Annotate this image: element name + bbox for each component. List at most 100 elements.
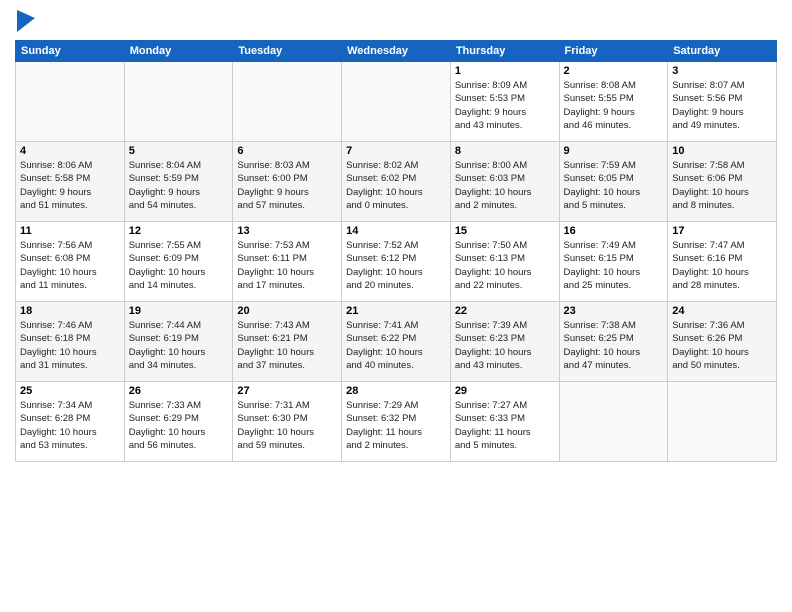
day-number: 9 (564, 145, 664, 157)
calendar-week-row: 11 Sunrise: 7:56 AM Sunset: 6:08 PM Dayli… (16, 222, 777, 302)
day-number: 11 (20, 225, 120, 237)
day-info: Sunrise: 7:49 AM Sunset: 6:15 PM Dayligh… (564, 239, 664, 292)
weekday-header: Monday (124, 41, 233, 62)
weekday-header: Friday (559, 41, 668, 62)
day-info: Sunrise: 7:53 AM Sunset: 6:11 PM Dayligh… (237, 239, 337, 292)
calendar-header: SundayMondayTuesdayWednesdayThursdayFrid… (16, 41, 777, 62)
logo (15, 10, 37, 32)
calendar-cell: 12Sunrise: 7:55 AM Sunset: 6:09 PM Dayli… (124, 222, 233, 302)
calendar-cell (124, 62, 233, 142)
day-number: 10 (672, 145, 772, 157)
day-number: 14 (346, 225, 446, 237)
day-number: 22 (455, 305, 555, 317)
day-number: 17 (672, 225, 772, 237)
calendar-cell (559, 382, 668, 462)
calendar-cell: 18Sunrise: 7:46 AM Sunset: 6:18 PM Dayli… (16, 302, 125, 382)
day-info: Sunrise: 7:59 AM Sunset: 6:05 PM Dayligh… (564, 159, 664, 212)
day-number: 7 (346, 145, 446, 157)
calendar-body: 1 Sunrise: 8:09 AM Sunset: 5:53 PM Daylig… (16, 62, 777, 462)
calendar-cell: 23 Sunrise: 7:38 AM Sunset: 6:25 PM Dayli… (559, 302, 668, 382)
day-info: Sunrise: 7:38 AM Sunset: 6:25 PM Dayligh… (564, 319, 664, 372)
day-info: Sunrise: 7:56 AM Sunset: 6:08 PM Dayligh… (20, 239, 120, 292)
calendar-cell: 10 Sunrise: 7:58 AM Sunset: 6:06 PM Dayli… (668, 142, 777, 222)
calendar-cell: 25Sunrise: 7:34 AM Sunset: 6:28 PM Dayli… (16, 382, 125, 462)
calendar-week-row: 25Sunrise: 7:34 AM Sunset: 6:28 PM Dayli… (16, 382, 777, 462)
calendar-cell: 8Sunrise: 8:00 AM Sunset: 6:03 PM Daylig… (450, 142, 559, 222)
calendar-week-row: 1 Sunrise: 8:09 AM Sunset: 5:53 PM Daylig… (16, 62, 777, 142)
day-number: 27 (237, 385, 337, 397)
day-info: Sunrise: 7:36 AM Sunset: 6:26 PM Dayligh… (672, 319, 772, 372)
calendar-cell: 21 Sunrise: 7:41 AM Sunset: 6:22 PM Dayli… (342, 302, 451, 382)
day-number: 23 (564, 305, 664, 317)
calendar-cell: 28 Sunrise: 7:29 AM Sunset: 6:32 PM Dayli… (342, 382, 451, 462)
day-info: Sunrise: 8:04 AM Sunset: 5:59 PM Dayligh… (129, 159, 229, 212)
day-info: Sunrise: 7:41 AM Sunset: 6:22 PM Dayligh… (346, 319, 446, 372)
calendar-cell: 3 Sunrise: 8:07 AM Sunset: 5:56 PM Daylig… (668, 62, 777, 142)
day-number: 19 (129, 305, 229, 317)
day-number: 4 (20, 145, 120, 157)
weekday-row: SundayMondayTuesdayWednesdayThursdayFrid… (16, 41, 777, 62)
day-info: Sunrise: 7:29 AM Sunset: 6:32 PM Dayligh… (346, 399, 446, 452)
day-info: Sunrise: 8:09 AM Sunset: 5:53 PM Dayligh… (455, 79, 555, 132)
day-number: 21 (346, 305, 446, 317)
calendar-cell (16, 62, 125, 142)
day-info: Sunrise: 7:52 AM Sunset: 6:12 PM Dayligh… (346, 239, 446, 292)
calendar-cell: 11 Sunrise: 7:56 AM Sunset: 6:08 PM Dayli… (16, 222, 125, 302)
day-info: Sunrise: 7:33 AM Sunset: 6:29 PM Dayligh… (129, 399, 229, 452)
calendar-cell: 6 Sunrise: 8:03 AM Sunset: 6:00 PM Daylig… (233, 142, 342, 222)
day-number: 20 (237, 305, 337, 317)
day-info: Sunrise: 7:44 AM Sunset: 6:19 PM Dayligh… (129, 319, 229, 372)
day-info: Sunrise: 7:55 AM Sunset: 6:09 PM Dayligh… (129, 239, 229, 292)
calendar-cell: 7 Sunrise: 8:02 AM Sunset: 6:02 PM Daylig… (342, 142, 451, 222)
day-number: 6 (237, 145, 337, 157)
day-info: Sunrise: 7:58 AM Sunset: 6:06 PM Dayligh… (672, 159, 772, 212)
calendar-cell: 19 Sunrise: 7:44 AM Sunset: 6:19 PM Dayli… (124, 302, 233, 382)
day-number: 26 (129, 385, 229, 397)
day-info: Sunrise: 7:47 AM Sunset: 6:16 PM Dayligh… (672, 239, 772, 292)
day-number: 16 (564, 225, 664, 237)
calendar-cell (342, 62, 451, 142)
day-info: Sunrise: 7:39 AM Sunset: 6:23 PM Dayligh… (455, 319, 555, 372)
day-number: 24 (672, 305, 772, 317)
calendar-week-row: 4 Sunrise: 8:06 AM Sunset: 5:58 PM Daylig… (16, 142, 777, 222)
day-info: Sunrise: 8:03 AM Sunset: 6:00 PM Dayligh… (237, 159, 337, 212)
calendar-cell: 4 Sunrise: 8:06 AM Sunset: 5:58 PM Daylig… (16, 142, 125, 222)
calendar-cell: 13 Sunrise: 7:53 AM Sunset: 6:11 PM Dayli… (233, 222, 342, 302)
day-info: Sunrise: 7:31 AM Sunset: 6:30 PM Dayligh… (237, 399, 337, 452)
day-info: Sunrise: 7:27 AM Sunset: 6:33 PM Dayligh… (455, 399, 555, 452)
weekday-header: Wednesday (342, 41, 451, 62)
calendar-cell (233, 62, 342, 142)
calendar-cell: 27 Sunrise: 7:31 AM Sunset: 6:30 PM Dayli… (233, 382, 342, 462)
calendar-cell: 29 Sunrise: 7:27 AM Sunset: 6:33 PM Dayli… (450, 382, 559, 462)
day-info: Sunrise: 8:06 AM Sunset: 5:58 PM Dayligh… (20, 159, 120, 212)
day-number: 8 (455, 145, 555, 157)
logo-icon (17, 10, 35, 32)
calendar-cell: 15Sunrise: 7:50 AM Sunset: 6:13 PM Dayli… (450, 222, 559, 302)
calendar-table: SundayMondayTuesdayWednesdayThursdayFrid… (15, 40, 777, 462)
calendar-cell: 26 Sunrise: 7:33 AM Sunset: 6:29 PM Dayli… (124, 382, 233, 462)
calendar-cell: 17 Sunrise: 7:47 AM Sunset: 6:16 PM Dayli… (668, 222, 777, 302)
day-number: 18 (20, 305, 120, 317)
calendar-cell: 22 Sunrise: 7:39 AM Sunset: 6:23 PM Dayli… (450, 302, 559, 382)
weekday-header: Sunday (16, 41, 125, 62)
calendar-cell (668, 382, 777, 462)
day-info: Sunrise: 8:07 AM Sunset: 5:56 PM Dayligh… (672, 79, 772, 132)
day-info: Sunrise: 8:02 AM Sunset: 6:02 PM Dayligh… (346, 159, 446, 212)
day-number: 29 (455, 385, 555, 397)
calendar-cell: 16 Sunrise: 7:49 AM Sunset: 6:15 PM Dayli… (559, 222, 668, 302)
day-number: 1 (455, 65, 555, 77)
day-number: 28 (346, 385, 446, 397)
day-info: Sunrise: 7:34 AM Sunset: 6:28 PM Dayligh… (20, 399, 120, 452)
calendar-cell: 20 Sunrise: 7:43 AM Sunset: 6:21 PM Dayli… (233, 302, 342, 382)
day-number: 13 (237, 225, 337, 237)
calendar-cell: 24 Sunrise: 7:36 AM Sunset: 6:26 PM Dayli… (668, 302, 777, 382)
day-number: 5 (129, 145, 229, 157)
weekday-header: Thursday (450, 41, 559, 62)
day-info: Sunrise: 8:08 AM Sunset: 5:55 PM Dayligh… (564, 79, 664, 132)
day-info: Sunrise: 7:43 AM Sunset: 6:21 PM Dayligh… (237, 319, 337, 372)
day-number: 3 (672, 65, 772, 77)
day-number: 15 (455, 225, 555, 237)
calendar-cell: 14 Sunrise: 7:52 AM Sunset: 6:12 PM Dayli… (342, 222, 451, 302)
weekday-header: Saturday (668, 41, 777, 62)
header (15, 10, 777, 32)
